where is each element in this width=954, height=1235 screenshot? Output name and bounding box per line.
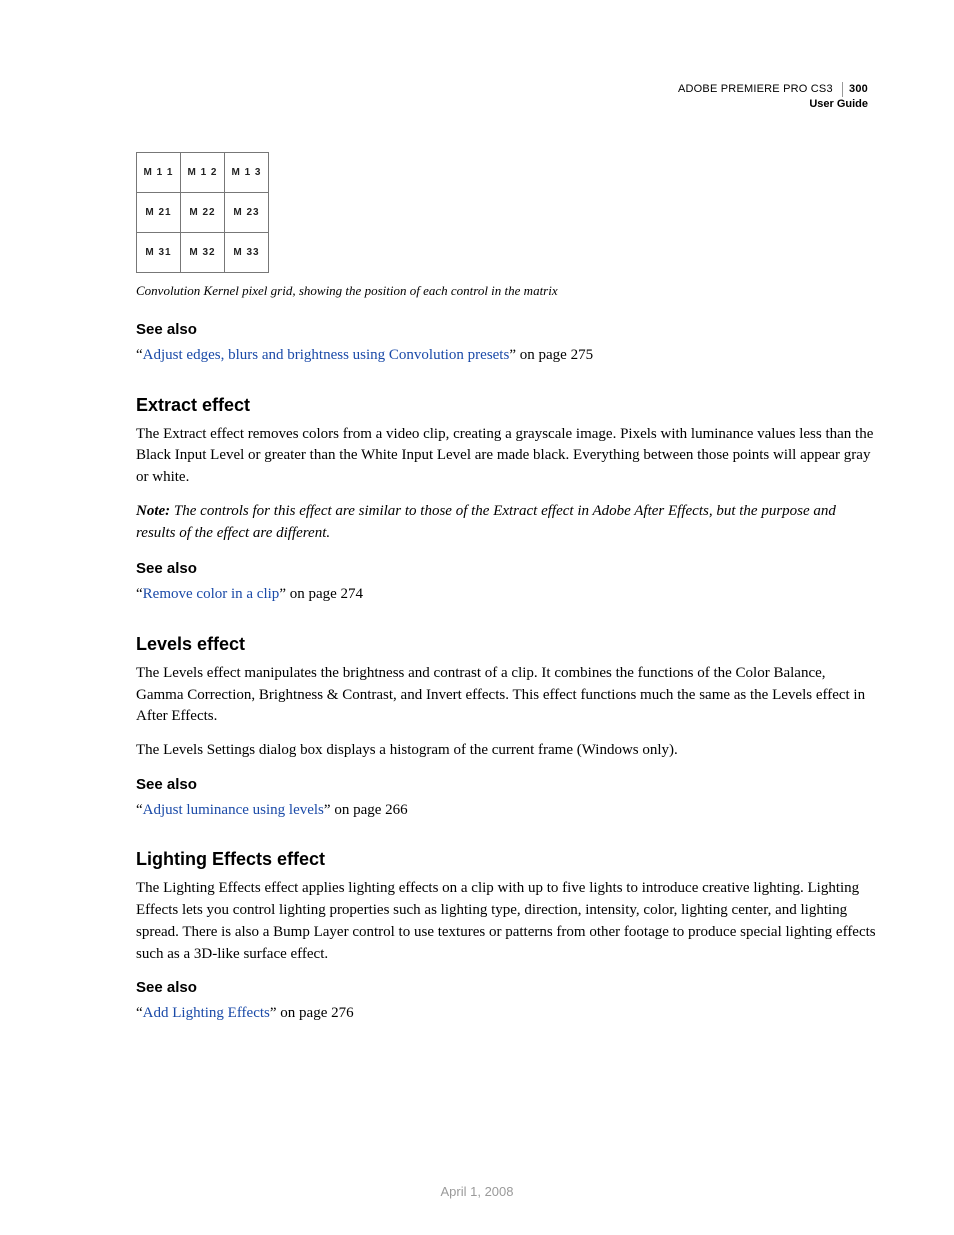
xref-suffix: on page 266 xyxy=(331,802,408,818)
xref-suffix: on page 274 xyxy=(286,586,363,602)
table-row: M 1 1 M 1 2 M 1 3 xyxy=(137,153,269,193)
note-paragraph: Note: The controls for this effect are s… xyxy=(136,501,876,545)
kernel-cell: M 33 xyxy=(225,233,269,273)
quote-close: ” xyxy=(324,802,331,818)
section-heading-lighting: Lighting Effects effect xyxy=(136,849,876,870)
kernel-cell: M 31 xyxy=(137,233,181,273)
quote-open: “ xyxy=(136,586,143,602)
table-row: M 31 M 32 M 33 xyxy=(137,233,269,273)
xref-link-remove-color[interactable]: Remove color in a clip xyxy=(143,586,280,602)
kernel-cell: M 22 xyxy=(181,193,225,233)
kernel-cell: M 1 1 xyxy=(137,153,181,193)
see-also-heading: See also xyxy=(136,979,876,996)
body-text: The Levels Settings dialog box displays … xyxy=(136,740,876,762)
running-header: ADOBE PREMIERE PRO CS3 300 User Guide xyxy=(678,82,868,112)
kernel-grid: M 1 1 M 1 2 M 1 3 M 21 M 22 M 23 M 31 M … xyxy=(136,152,269,273)
see-also-heading: See also xyxy=(136,321,876,338)
body-text: The Extract effect removes colors from a… xyxy=(136,424,876,489)
xref-link-lighting[interactable]: Add Lighting Effects xyxy=(143,1005,270,1021)
cross-reference: “Adjust luminance using levels” on page … xyxy=(136,799,876,822)
page-number: 300 xyxy=(842,82,868,97)
kernel-cell: M 1 2 xyxy=(181,153,225,193)
cross-reference: “Add Lighting Effects” on page 276 xyxy=(136,1002,876,1025)
cross-reference: “Adjust edges, blurs and brightness usin… xyxy=(136,344,876,367)
xref-link-convolution[interactable]: Adjust edges, blurs and brightness using… xyxy=(143,347,510,363)
guide-label: User Guide xyxy=(678,97,868,112)
product-name: ADOBE PREMIERE PRO CS3 xyxy=(678,83,833,95)
xref-link-luminance[interactable]: Adjust luminance using levels xyxy=(143,802,324,818)
kernel-cell: M 21 xyxy=(137,193,181,233)
kernel-cell: M 1 3 xyxy=(225,153,269,193)
body-text: The Levels effect manipulates the bright… xyxy=(136,663,876,728)
section-heading-levels: Levels effect xyxy=(136,634,876,655)
page: ADOBE PREMIERE PRO CS3 300 User Guide M … xyxy=(0,0,954,1235)
quote-open: “ xyxy=(136,347,143,363)
quote-close: ” xyxy=(279,586,286,602)
note-label: Note: xyxy=(136,503,170,519)
content-area: M 1 1 M 1 2 M 1 3 M 21 M 22 M 23 M 31 M … xyxy=(136,152,876,1025)
quote-open: “ xyxy=(136,1005,143,1021)
section-heading-extract: Extract effect xyxy=(136,395,876,416)
quote-open: “ xyxy=(136,802,143,818)
figure-caption: Convolution Kernel pixel grid, showing t… xyxy=(136,283,876,299)
xref-suffix: on page 276 xyxy=(277,1005,354,1021)
body-text: The Lighting Effects effect applies ligh… xyxy=(136,878,876,965)
see-also-heading: See also xyxy=(136,776,876,793)
see-also-heading: See also xyxy=(136,560,876,577)
kernel-cell: M 32 xyxy=(181,233,225,273)
kernel-cell: M 23 xyxy=(225,193,269,233)
footer-date: April 1, 2008 xyxy=(0,1184,954,1199)
cross-reference: “Remove color in a clip” on page 274 xyxy=(136,583,876,606)
note-text: The controls for this effect are similar… xyxy=(136,503,836,541)
quote-close: ” xyxy=(270,1005,277,1021)
quote-close: ” xyxy=(509,347,516,363)
xref-suffix: on page 275 xyxy=(516,347,593,363)
table-row: M 21 M 22 M 23 xyxy=(137,193,269,233)
